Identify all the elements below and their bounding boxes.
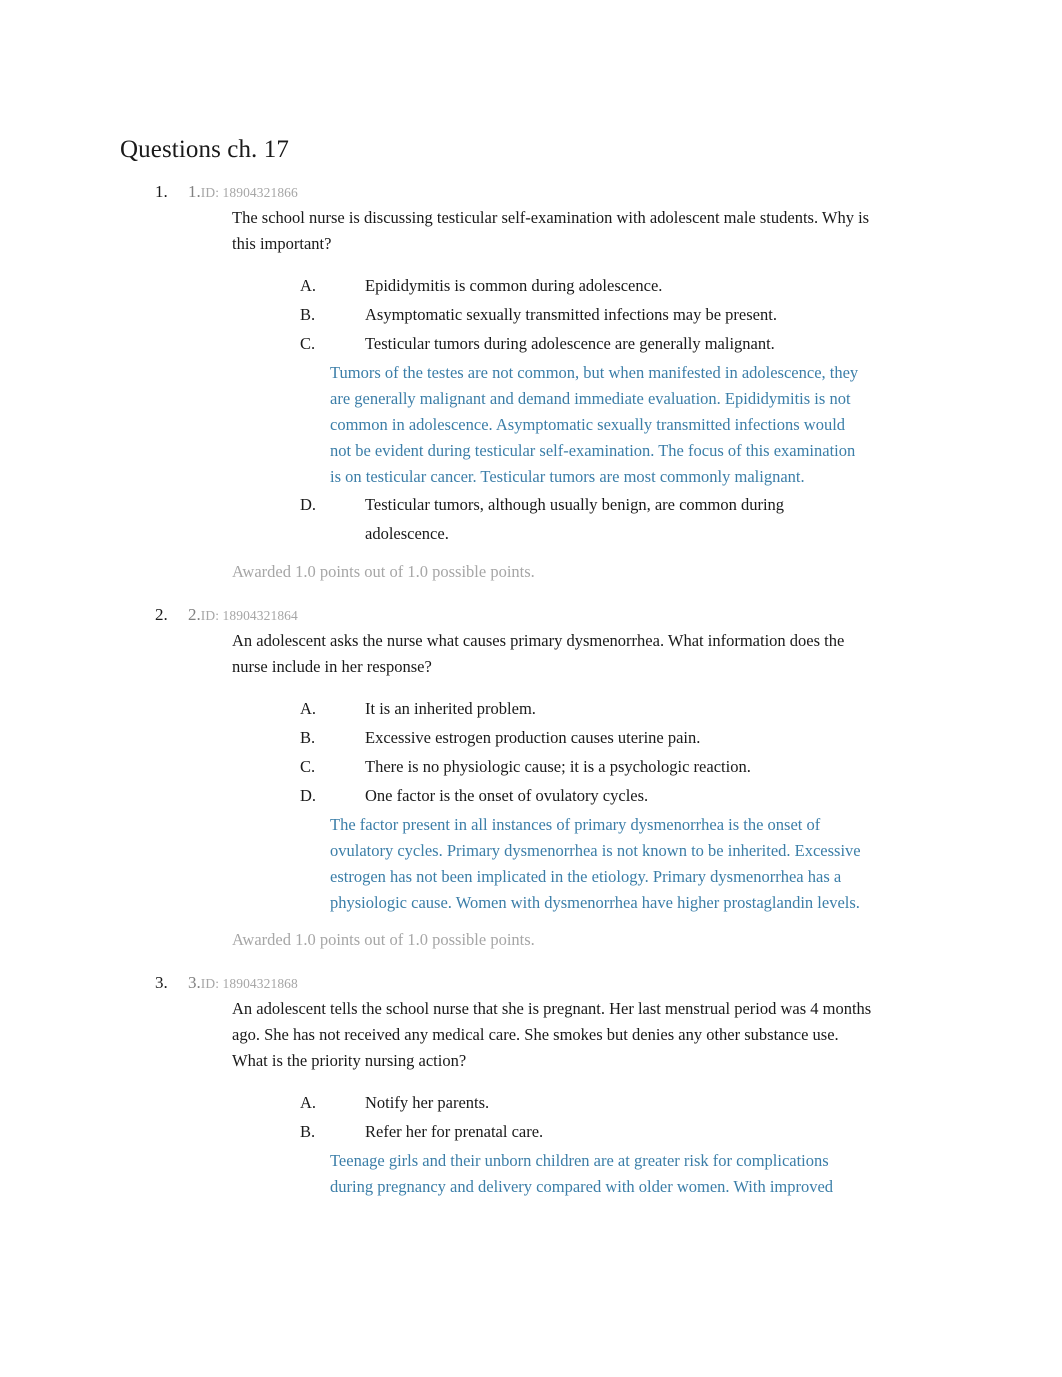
question-stem: An adolescent asks the nurse what causes…	[232, 631, 845, 676]
option-rationale: Teenage girls and their unborn children …	[330, 1151, 834, 1196]
option-text: Epididymitis is common during adolescenc…	[365, 276, 663, 295]
page-title: Questions ch. 17	[120, 136, 289, 163]
option-row[interactable]: B. Excessive estrogen production causes …	[300, 723, 865, 752]
question-id: ID: 18904321866	[200, 185, 298, 200]
questions-list: 1. 1.ID: 18904321866 The school nurse is…	[120, 179, 942, 1200]
option-row-selected[interactable]: C. Testicular tumors during adolescence …	[300, 329, 865, 490]
question-stem: The school nurse is discussing testicula…	[232, 208, 870, 253]
option-letter: B.	[300, 1122, 316, 1141]
question-id-line: 2.ID: 18904321864	[188, 602, 942, 628]
question-inner-number: 3.	[188, 973, 201, 992]
option-row[interactable]: A. Notify her parents.	[300, 1088, 865, 1117]
option-row[interactable]: A. It is an inherited problem.	[300, 694, 865, 723]
option-text: Notify her parents.	[365, 1093, 490, 1112]
option-rationale: Tumors of the testes are not common, but…	[330, 363, 859, 486]
awarded-points: Awarded 1.0 points out of 1.0 possible p…	[232, 562, 535, 581]
option-text: Excessive estrogen production causes ute…	[365, 728, 701, 747]
question-item: 3. 3.ID: 18904321868 An adolescent tells…	[120, 970, 942, 1200]
question-inner-number: 1.	[188, 182, 201, 201]
question-id-line: 1.ID: 18904321866	[188, 179, 942, 205]
question-item: 2. 2.ID: 18904321864 An adolescent asks …	[120, 602, 942, 952]
question-outer-number: 3.	[155, 973, 168, 992]
option-row-selected[interactable]: B. Refer her for prenatal care. Teenage …	[300, 1117, 865, 1200]
option-list: A. Epididymitis is common during adolesc…	[120, 271, 942, 548]
option-letter: C.	[300, 334, 316, 353]
option-row-selected[interactable]: D. One factor is the onset of ovulatory …	[300, 781, 865, 916]
option-letter: B.	[300, 728, 316, 747]
option-row[interactable]: A. Epididymitis is common during adolesc…	[300, 271, 865, 300]
option-letter: A.	[300, 699, 317, 718]
option-letter: C.	[300, 757, 316, 776]
option-letter: D.	[300, 786, 317, 805]
question-outer-number: 1.	[155, 182, 168, 201]
question-id: ID: 18904321864	[200, 608, 298, 623]
question-inner-number: 2.	[188, 605, 201, 624]
option-text: Testicular tumors, although usually beni…	[365, 495, 785, 543]
option-text: Testicular tumors during adolescence are…	[365, 334, 775, 353]
option-row[interactable]: D. Testicular tumors, although usually b…	[300, 490, 865, 548]
awarded-points: Awarded 1.0 points out of 1.0 possible p…	[232, 930, 535, 949]
question-item: 1. 1.ID: 18904321866 The school nurse is…	[120, 179, 942, 584]
option-row[interactable]: B. Asymptomatic sexually transmitted inf…	[300, 300, 865, 329]
question-id-line: 3.ID: 18904321868	[188, 970, 942, 996]
option-letter: A.	[300, 276, 317, 295]
option-text: One factor is the onset of ovulatory cyc…	[365, 786, 649, 805]
option-letter: D.	[300, 495, 317, 514]
option-row[interactable]: C. There is no physiologic cause; it is …	[300, 752, 865, 781]
question-id: ID: 18904321868	[200, 976, 298, 991]
question-outer-number: 2.	[155, 605, 168, 624]
option-letter: B.	[300, 305, 316, 324]
option-list: A. Notify her parents. B. Refer her for …	[120, 1088, 942, 1200]
option-text: There is no physiologic cause; it is a p…	[365, 757, 751, 776]
option-text: It is an inherited problem.	[365, 699, 536, 718]
document-page: Questions ch. 17 1. 1.ID: 18904321866 Th…	[0, 0, 1062, 1377]
question-stem: An adolescent tells the school nurse tha…	[232, 999, 872, 1070]
option-rationale: The factor present in all instances of p…	[330, 815, 861, 912]
option-letter: A.	[300, 1093, 317, 1112]
option-list: A. It is an inherited problem. B. Excess…	[120, 694, 942, 916]
option-text: Refer her for prenatal care.	[365, 1122, 544, 1141]
option-text: Asymptomatic sexually transmitted infect…	[365, 305, 777, 324]
